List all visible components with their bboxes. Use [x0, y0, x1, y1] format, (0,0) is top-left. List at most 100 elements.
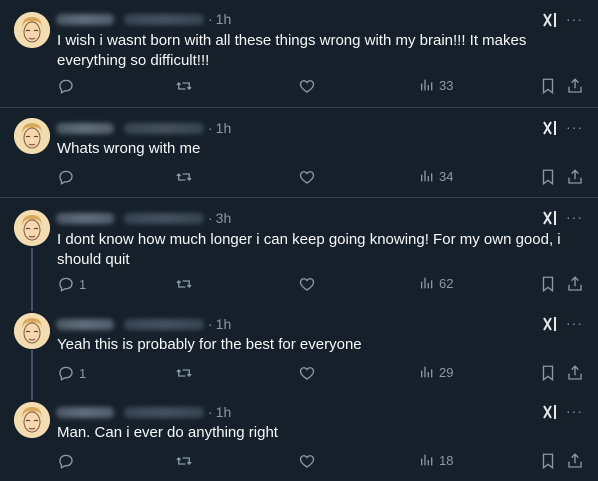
view-count: 29	[439, 364, 454, 380]
separator: ·	[208, 404, 213, 420]
post[interactable]: · 1h ··· Man. Can i ever do anything rig…	[0, 390, 598, 481]
share-button[interactable]	[566, 452, 584, 470]
avatar[interactable]	[14, 12, 50, 48]
like-button[interactable]	[298, 275, 316, 293]
reply-button[interactable]	[57, 452, 79, 470]
grok-icon[interactable]	[541, 403, 559, 421]
views-button[interactable]: 18	[419, 452, 453, 468]
display-name[interactable]	[56, 212, 114, 224]
like-icon	[299, 367, 315, 380]
display-name[interactable]	[56, 122, 114, 134]
more-icon[interactable]: ···	[566, 120, 583, 134]
reply-count: 1	[79, 276, 87, 292]
like-icon	[299, 455, 315, 468]
bookmark-button[interactable]	[539, 452, 557, 470]
more-icon[interactable]: ···	[566, 404, 583, 418]
bookmark-icon	[542, 169, 554, 186]
avatar[interactable]	[14, 402, 50, 438]
post[interactable]: · 1h ··· Whats wrong with me 34	[0, 108, 598, 197]
like-icon	[299, 171, 315, 184]
avatar[interactable]	[14, 210, 50, 246]
repost-icon	[176, 369, 192, 377]
grok-icon[interactable]	[541, 119, 559, 137]
share-icon	[568, 78, 582, 93]
share-icon	[568, 365, 582, 380]
post-actions: 1 29	[57, 364, 587, 384]
more-icon[interactable]: ···	[566, 12, 583, 26]
timestamp[interactable]: 1h	[216, 11, 232, 27]
views-icon	[421, 277, 433, 289]
share-button[interactable]	[566, 77, 584, 95]
user-handle[interactable]	[124, 212, 204, 224]
grok-icon[interactable]	[541, 209, 559, 227]
views-button[interactable]: 29	[419, 364, 453, 380]
post[interactable]: · 1h ··· I wish i wasnt born with all th…	[0, 0, 598, 106]
post-text: I wish i wasnt born with all these thing…	[57, 32, 527, 69]
timeline-feed: · 1h ··· I wish i wasnt born with all th…	[0, 0, 598, 481]
views-icon	[421, 79, 433, 91]
user-handle[interactable]	[124, 13, 204, 25]
post-text: I dont know how much longer i can keep g…	[57, 231, 561, 268]
repost-icon	[176, 280, 192, 288]
repost-button[interactable]	[175, 77, 193, 95]
like-button[interactable]	[298, 77, 316, 95]
post-text: Yeah this is probably for the best for e…	[57, 336, 362, 353]
views-icon	[421, 454, 433, 466]
display-name[interactable]	[56, 406, 114, 418]
more-icon[interactable]: ···	[566, 210, 583, 224]
share-button[interactable]	[566, 275, 584, 293]
views-button[interactable]: 33	[419, 77, 453, 93]
more-icon[interactable]: ···	[566, 316, 583, 330]
user-handle[interactable]	[124, 318, 204, 330]
reply-icon	[59, 277, 73, 292]
reply-button[interactable]: 1	[57, 364, 86, 382]
post-text: Man. Can i ever do anything right	[57, 424, 278, 441]
timestamp[interactable]: 1h	[216, 120, 232, 136]
reply-icon	[59, 79, 73, 94]
reply-icon	[59, 366, 73, 381]
view-count: 18	[439, 452, 454, 468]
user-handle[interactable]	[124, 406, 204, 418]
share-icon	[568, 276, 582, 291]
share-button[interactable]	[566, 168, 584, 186]
share-button[interactable]	[566, 364, 584, 382]
post-header: · 3h	[56, 209, 231, 227]
grok-icon[interactable]	[541, 315, 559, 333]
separator: ·	[208, 316, 213, 332]
share-icon	[568, 453, 582, 468]
post-actions: 1 62	[57, 275, 587, 295]
post-actions: 33	[57, 77, 587, 97]
avatar[interactable]	[14, 313, 50, 349]
post-actions: 18	[57, 452, 587, 472]
like-button[interactable]	[298, 452, 316, 470]
reply-button[interactable]	[57, 77, 79, 95]
bookmark-button[interactable]	[539, 77, 557, 95]
repost-button[interactable]	[175, 275, 193, 293]
timestamp[interactable]: 3h	[216, 210, 232, 226]
repost-icon	[176, 457, 192, 465]
separator: ·	[208, 120, 213, 136]
reply-button[interactable]	[57, 168, 79, 186]
views-button[interactable]: 34	[419, 168, 453, 184]
timestamp[interactable]: 1h	[216, 316, 232, 332]
reply-button[interactable]: 1	[57, 275, 86, 293]
avatar[interactable]	[14, 118, 50, 154]
bookmark-icon	[542, 276, 554, 293]
repost-button[interactable]	[175, 364, 193, 382]
bookmark-button[interactable]	[539, 364, 557, 382]
bookmark-button[interactable]	[539, 168, 557, 186]
display-name[interactable]	[56, 13, 114, 25]
grok-icon[interactable]	[541, 11, 559, 29]
like-button[interactable]	[298, 168, 316, 186]
post[interactable]: · 3h ··· I dont know how much longer i c…	[0, 198, 598, 304]
repost-button[interactable]	[175, 168, 193, 186]
timestamp[interactable]: 1h	[216, 404, 232, 420]
like-button[interactable]	[298, 364, 316, 382]
views-button[interactable]: 62	[419, 275, 453, 291]
display-name[interactable]	[56, 318, 114, 330]
bookmark-button[interactable]	[539, 275, 557, 293]
repost-button[interactable]	[175, 452, 193, 470]
post[interactable]: · 1h ··· Yeah this is probably for the b…	[0, 303, 598, 390]
post-header: · 1h	[56, 10, 231, 28]
user-handle[interactable]	[124, 122, 204, 134]
